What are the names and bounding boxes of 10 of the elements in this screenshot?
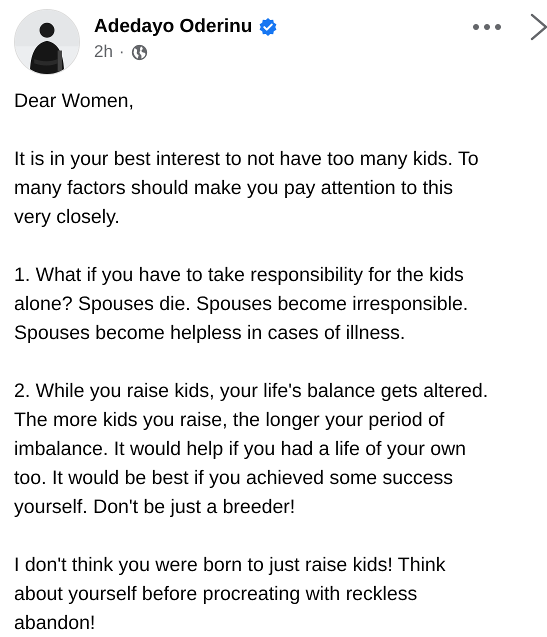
globe-icon: [130, 44, 148, 60]
separator-dot: ·: [118, 42, 125, 62]
post-paragraph: 1. What if you have to take responsibility for the kids alone? Spouses die. Spouses become irresponsible. Spouses become helpless in cases of illness.: [14, 263, 470, 346]
post-paragraph: It is in your best interest to not have too many kids. To many factors should make you pay attention to this very closely.: [14, 147, 480, 230]
author-name[interactable]: Adedayo Oderinu: [94, 16, 252, 38]
post-time[interactable]: 2h: [94, 42, 113, 62]
post-paragraph: 2. While you raise kids, your life's balance gets altered. The more kids you raise, the longer your period of imbalance. It would help if you had a life of your own too. It would be best if you achieved some success yourself. Don't be just a breeder!: [14, 379, 490, 520]
more-icon: [472, 23, 502, 31]
post-paragraph: I don't think you were born to just raise kids! Think about yourself before procreating with reckless abandon!: [14, 553, 446, 636]
post-paragraph: Dear Women,: [14, 89, 135, 114]
